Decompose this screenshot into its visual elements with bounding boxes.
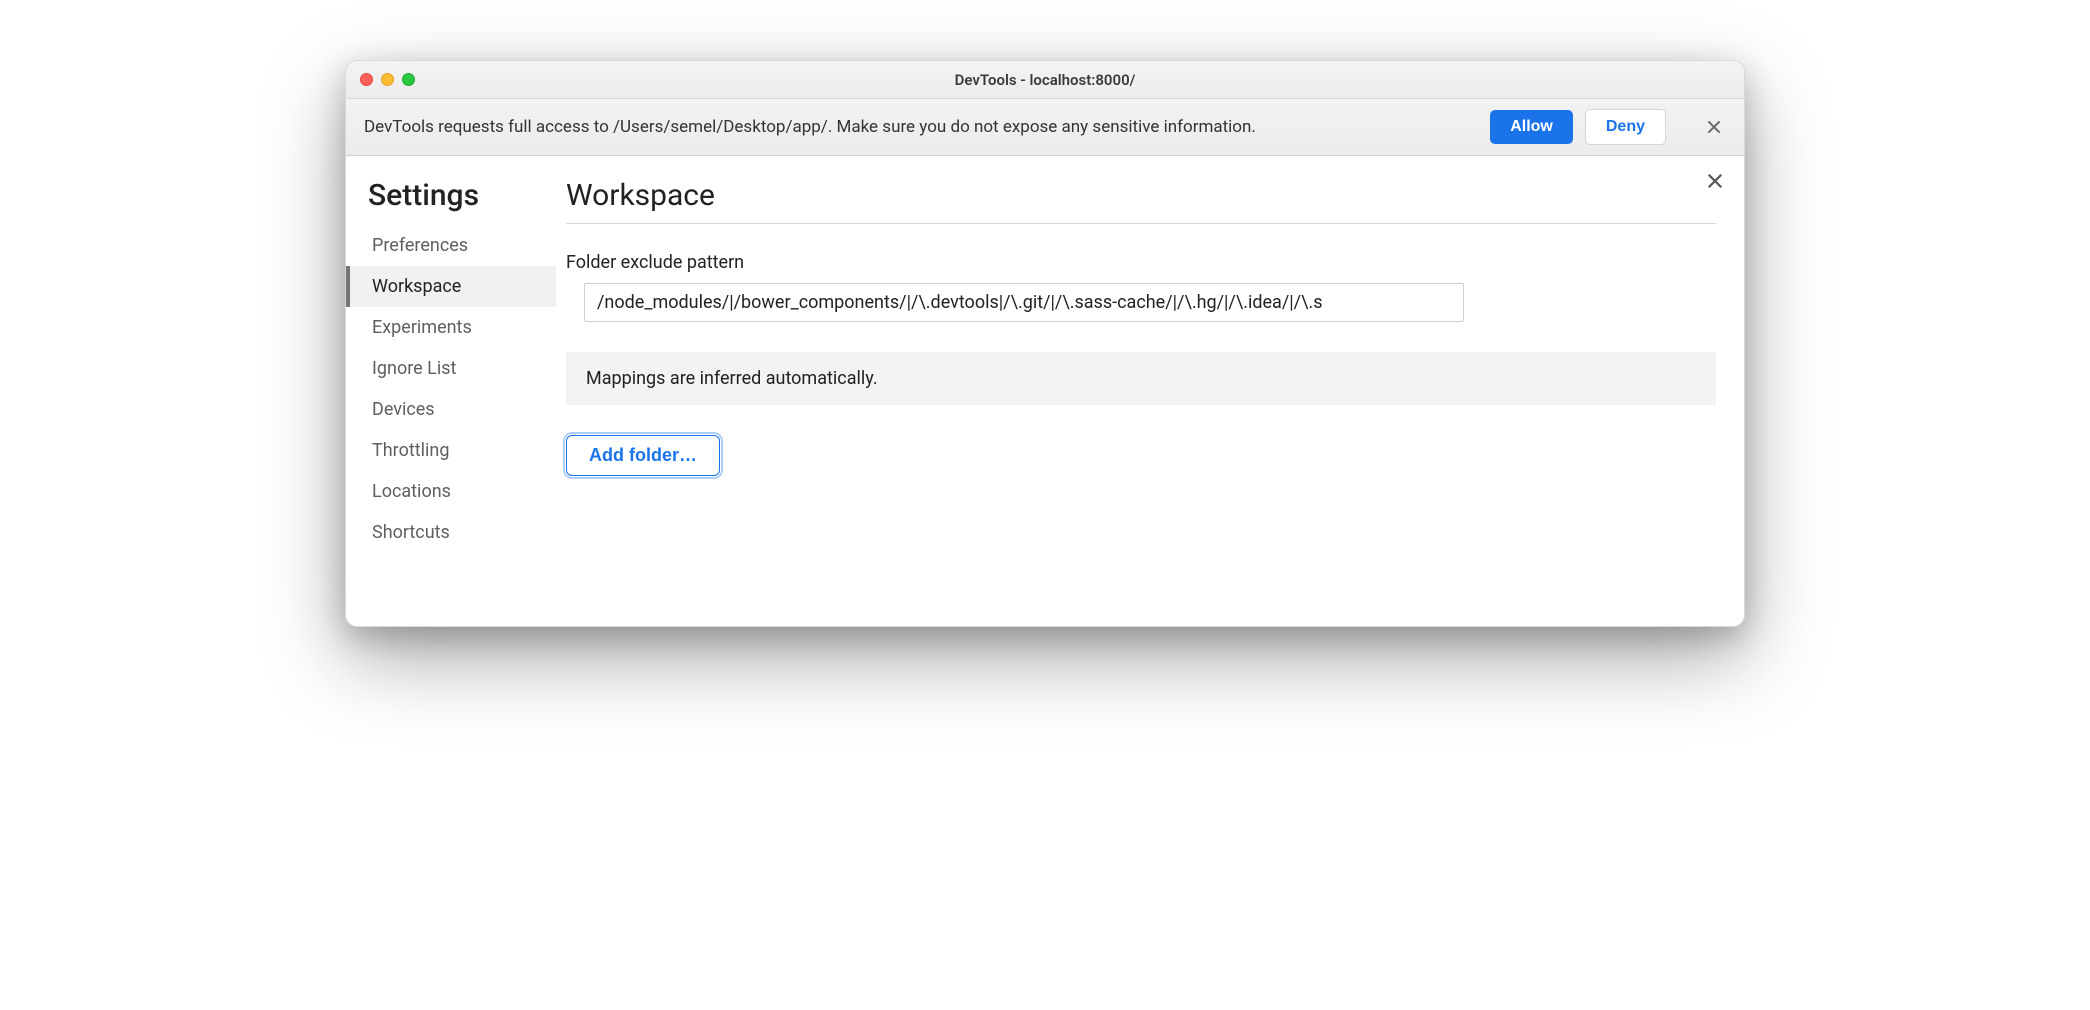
settings-sidebar: Settings Preferences Workspace Experimen…	[346, 156, 556, 626]
sidebar-item-label: Experiments	[372, 317, 472, 338]
sidebar-item-experiments[interactable]: Experiments	[346, 307, 556, 348]
sidebar-item-shortcuts[interactable]: Shortcuts	[346, 512, 556, 553]
sidebar-item-label: Shortcuts	[372, 522, 450, 543]
sidebar-item-throttling[interactable]: Throttling	[346, 430, 556, 471]
sidebar-item-workspace[interactable]: Workspace	[346, 266, 556, 307]
sidebar-item-label: Preferences	[372, 235, 468, 256]
sidebar-item-preferences[interactable]: Preferences	[346, 225, 556, 266]
sidebar-item-devices[interactable]: Devices	[346, 389, 556, 430]
exclude-pattern-input[interactable]	[584, 283, 1464, 322]
close-icon	[1706, 172, 1724, 190]
infobar-actions: Allow Deny	[1490, 109, 1728, 145]
sidebar-item-locations[interactable]: Locations	[346, 471, 556, 512]
page-heading: Workspace	[566, 178, 1716, 224]
allow-button[interactable]: Allow	[1490, 110, 1573, 144]
sidebar-item-ignore-list[interactable]: Ignore List	[346, 348, 556, 389]
deny-button[interactable]: Deny	[1585, 109, 1666, 145]
devtools-window: DevTools - localhost:8000/ DevTools requ…	[345, 60, 1745, 627]
close-settings-button[interactable]	[1706, 172, 1724, 190]
sidebar-item-label: Throttling	[372, 440, 449, 461]
access-infobar: DevTools requests full access to /Users/…	[346, 99, 1744, 156]
dismiss-infobar-button[interactable]	[1700, 113, 1728, 141]
settings-title: Settings	[346, 178, 556, 225]
titlebar: DevTools - localhost:8000/	[346, 61, 1744, 99]
settings-main: Workspace Folder exclude pattern Mapping…	[556, 156, 1744, 626]
mappings-notice: Mappings are inferred automatically.	[566, 352, 1716, 405]
settings-nav: Preferences Workspace Experiments Ignore…	[346, 225, 556, 553]
infobar-message: DevTools requests full access to /Users/…	[364, 117, 1490, 137]
close-icon	[1706, 119, 1722, 135]
sidebar-item-label: Locations	[372, 481, 451, 502]
sidebar-item-label: Devices	[372, 399, 435, 420]
window-title: DevTools - localhost:8000/	[346, 71, 1744, 89]
sidebar-item-label: Ignore List	[372, 358, 456, 379]
sidebar-item-label: Workspace	[372, 276, 461, 297]
add-folder-button[interactable]: Add folder…	[566, 435, 720, 476]
settings-panel: Settings Preferences Workspace Experimen…	[346, 156, 1744, 626]
exclude-pattern-label: Folder exclude pattern	[566, 252, 1716, 273]
